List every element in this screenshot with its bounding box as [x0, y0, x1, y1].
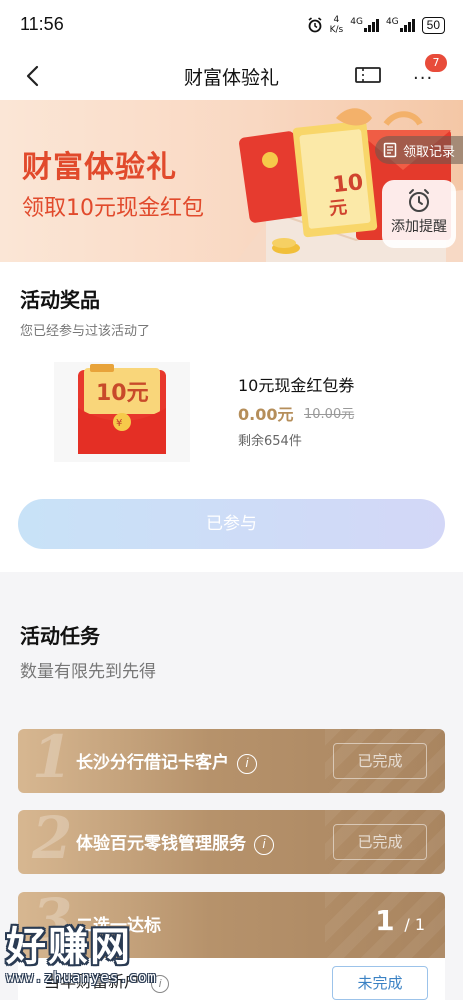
- nav-bar: 财富体验礼 ··· 7: [0, 54, 463, 100]
- prize-image-amount: 10元: [96, 381, 149, 406]
- battery-icon: 50: [421, 16, 445, 34]
- prize-original-price: 10.00元: [304, 407, 355, 422]
- info-icon[interactable]: i: [254, 835, 274, 855]
- tasks-section-subtitle: 数量有限先到先得: [20, 662, 156, 682]
- task-name: 长沙分行借记卡客户: [76, 753, 229, 773]
- signal-bars-icon: [363, 18, 379, 32]
- more-button[interactable]: ··· 7: [410, 54, 447, 90]
- signal-2: 4G: [386, 18, 415, 32]
- joined-button[interactable]: 已参与: [18, 499, 445, 549]
- add-reminder-label: 添加提醒: [391, 219, 447, 235]
- watermark-text: 好赚网: [6, 924, 132, 970]
- signal-bars-icon: [399, 18, 415, 32]
- task-status-button[interactable]: 已完成: [333, 824, 427, 860]
- tasks-section-title: 活动任务: [20, 624, 100, 648]
- status-bar: 11:56 4 K/s 4G 4G 50: [0, 0, 463, 54]
- status-time: 11:56: [20, 14, 64, 34]
- prize-stock: 剩余654件: [238, 434, 302, 449]
- prize-section-title: 活动奖品: [20, 288, 100, 312]
- records-button[interactable]: 领取记录: [374, 136, 463, 164]
- prize-price: 0.00元: [238, 405, 294, 424]
- add-reminder-button[interactable]: 添加提醒: [382, 180, 456, 248]
- records-label: 领取记录: [402, 144, 455, 160]
- prize-section: 活动奖品 您已经参与过该活动了 ¥ 10元 10元现金红包券 0.00元 10.…: [0, 262, 463, 572]
- info-icon[interactable]: i: [237, 754, 257, 774]
- network-speed: 4 K/s: [329, 15, 344, 35]
- task-card-2: 2 体验百元零钱管理服务 i 已完成: [18, 810, 445, 874]
- art-unit: 元: [328, 197, 348, 220]
- prize-image: ¥ 10元: [54, 362, 190, 462]
- prize-name: 10元现金红包券: [238, 376, 355, 395]
- ticket-icon[interactable]: [354, 64, 382, 86]
- task-card-1: 1 长沙分行借记卡客户 i 已完成: [18, 729, 445, 793]
- red-envelope-voucher-icon: ¥ 10元: [78, 364, 166, 454]
- task-status-button[interactable]: 已完成: [333, 743, 427, 779]
- task-name: 体验百元零钱管理服务: [76, 834, 246, 854]
- page-title: 财富体验礼: [183, 67, 279, 89]
- banner-subtitle: 领取10元现金红包: [22, 196, 204, 221]
- prize-section-subtitle: 您已经参与过该活动了: [20, 324, 151, 339]
- document-icon: [383, 142, 397, 158]
- more-dots-icon: ···: [413, 68, 434, 89]
- watermark: 好赚网 www.zhuanyes.com: [0, 908, 200, 988]
- signal-1: 4G: [350, 18, 379, 32]
- alarm-clock-icon: [409, 189, 429, 212]
- notification-badge: 7: [425, 54, 447, 72]
- task-number: 2: [32, 810, 73, 872]
- svg-text:¥: ¥: [116, 418, 122, 429]
- art-amount: 10: [331, 170, 364, 198]
- watermark-url: www.zhuanyes.com: [6, 970, 157, 986]
- sub-task-status-button[interactable]: 未完成: [332, 966, 428, 1000]
- alarm-icon: [308, 17, 322, 33]
- banner-title: 财富体验礼: [22, 150, 177, 185]
- status-icons: 4 K/s 4G 4G 50: [307, 15, 445, 35]
- task-number: 1: [32, 729, 73, 791]
- task-progress: 1 / 1: [375, 904, 425, 937]
